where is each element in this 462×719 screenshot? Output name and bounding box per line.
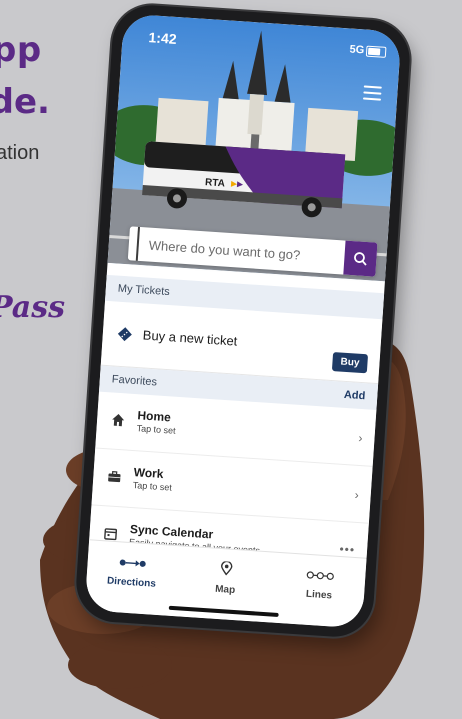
favorite-subtitle: Tap to set — [132, 480, 173, 493]
tab-label: Directions — [106, 575, 157, 590]
hamburger-menu-icon[interactable] — [362, 85, 382, 101]
home-indicator — [168, 605, 279, 618]
home-icon — [112, 413, 125, 427]
tab-directions[interactable]: Directions — [86, 552, 178, 591]
map-pin-icon — [221, 560, 233, 576]
favorites-section-title: Favorites — [111, 373, 158, 389]
status-time: 1:42 — [148, 29, 178, 47]
more-options-icon[interactable]: ••• — [339, 542, 356, 557]
directions-icon — [119, 559, 146, 567]
add-favorite-button[interactable]: Add — [343, 382, 366, 409]
signal-network: 5G — [349, 43, 365, 57]
chevron-right-icon: › — [358, 430, 363, 446]
battery-icon — [365, 45, 387, 58]
bus-brand-logo: RTA — [205, 177, 225, 189]
briefcase-icon — [108, 471, 121, 483]
tab-map[interactable]: Map — [180, 558, 272, 598]
search-icon — [354, 252, 367, 266]
app-screen: RTA 1:42 5G My Tickets — [84, 13, 402, 629]
tab-label: Map — [214, 583, 236, 597]
favorite-title: Work — [133, 465, 164, 482]
calendar-icon — [104, 528, 118, 541]
search-button[interactable] — [343, 240, 378, 277]
ticket-icon — [117, 327, 132, 342]
tab-lines[interactable]: Lines — [274, 565, 366, 604]
buy-button[interactable]: Buy — [331, 352, 369, 374]
chevron-right-icon: › — [354, 487, 360, 503]
buy-ticket-label: Buy a new ticket — [142, 327, 238, 349]
home-content: My Tickets Buy a new ticket Buy Favorite… — [89, 274, 385, 559]
tab-label: Lines — [305, 588, 333, 602]
favorite-title: Home — [137, 408, 172, 425]
tickets-section-title: My Tickets — [117, 282, 171, 299]
favorite-subtitle: Tap to set — [136, 423, 176, 436]
phone-device: RTA 1:42 5G My Tickets — [73, 2, 413, 640]
lines-icon — [306, 571, 334, 580]
